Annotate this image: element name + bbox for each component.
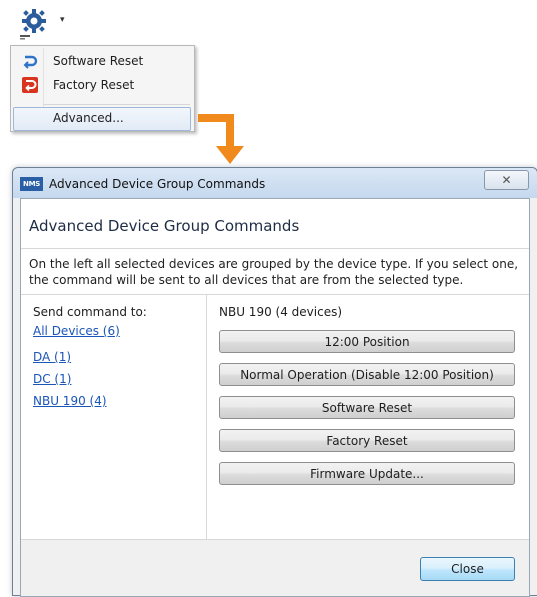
- menu-separator: [43, 104, 190, 105]
- menu-item-advanced[interactable]: Advanced...: [13, 107, 191, 131]
- advanced-commands-dialog: NMS Advanced Device Group Commands ✕ Adv…: [12, 167, 537, 597]
- column-divider: [206, 295, 207, 539]
- menu-item-software-reset[interactable]: Software Reset: [13, 50, 191, 72]
- app-icon: NMS: [20, 177, 43, 191]
- dialog-titlebar: NMS Advanced Device Group Commands ✕: [13, 168, 537, 198]
- software-reset-button[interactable]: Software Reset: [219, 396, 515, 419]
- device-link-nbu190[interactable]: NBU 190 (4): [33, 394, 107, 408]
- firmware-update-button[interactable]: Firmware Update...: [219, 462, 515, 485]
- factory-reset-icon: [22, 77, 38, 93]
- menu-item-label: Factory Reset: [53, 78, 135, 92]
- menu-item-factory-reset[interactable]: Factory Reset: [13, 74, 191, 96]
- dialog-content: Advanced Device Group Commands On the le…: [20, 198, 530, 597]
- device-link-dc[interactable]: DC (1): [33, 372, 71, 386]
- selected-group-label: NBU 190 (4 devices): [219, 305, 343, 319]
- device-link-da[interactable]: DA (1): [33, 350, 71, 364]
- gear-icon: [20, 9, 46, 40]
- window-close-button[interactable]: ✕: [484, 170, 529, 190]
- body-divider: [21, 294, 529, 295]
- factory-reset-button[interactable]: Factory Reset: [219, 429, 515, 452]
- menu-item-label: Advanced...: [53, 111, 124, 125]
- device-link-all[interactable]: All Devices (6): [33, 324, 120, 338]
- menu-item-label: Software Reset: [53, 54, 144, 68]
- chevron-down-icon: ▾: [60, 15, 65, 25]
- normal-operation-button[interactable]: Normal Operation (Disable 12:00 Position…: [219, 363, 515, 386]
- close-button[interactable]: Close: [420, 557, 515, 581]
- send-command-label: Send command to:: [33, 305, 147, 319]
- settings-dropdown-button[interactable]: ▾: [17, 8, 73, 40]
- window-title: Advanced Device Group Commands: [49, 177, 266, 191]
- dialog-description: On the left all selected devices are gro…: [29, 257, 519, 287]
- header-divider: [21, 248, 529, 249]
- dialog-header: Advanced Device Group Commands: [29, 217, 300, 235]
- arrow-icon: [198, 114, 244, 164]
- settings-menu: Software Reset Factory Reset Advanced...: [10, 45, 195, 132]
- close-icon: ✕: [501, 173, 512, 187]
- dialog-footer: Close: [21, 540, 529, 596]
- software-reset-icon: [23, 55, 38, 69]
- position-1200-button[interactable]: 12:00 Position: [219, 330, 515, 353]
